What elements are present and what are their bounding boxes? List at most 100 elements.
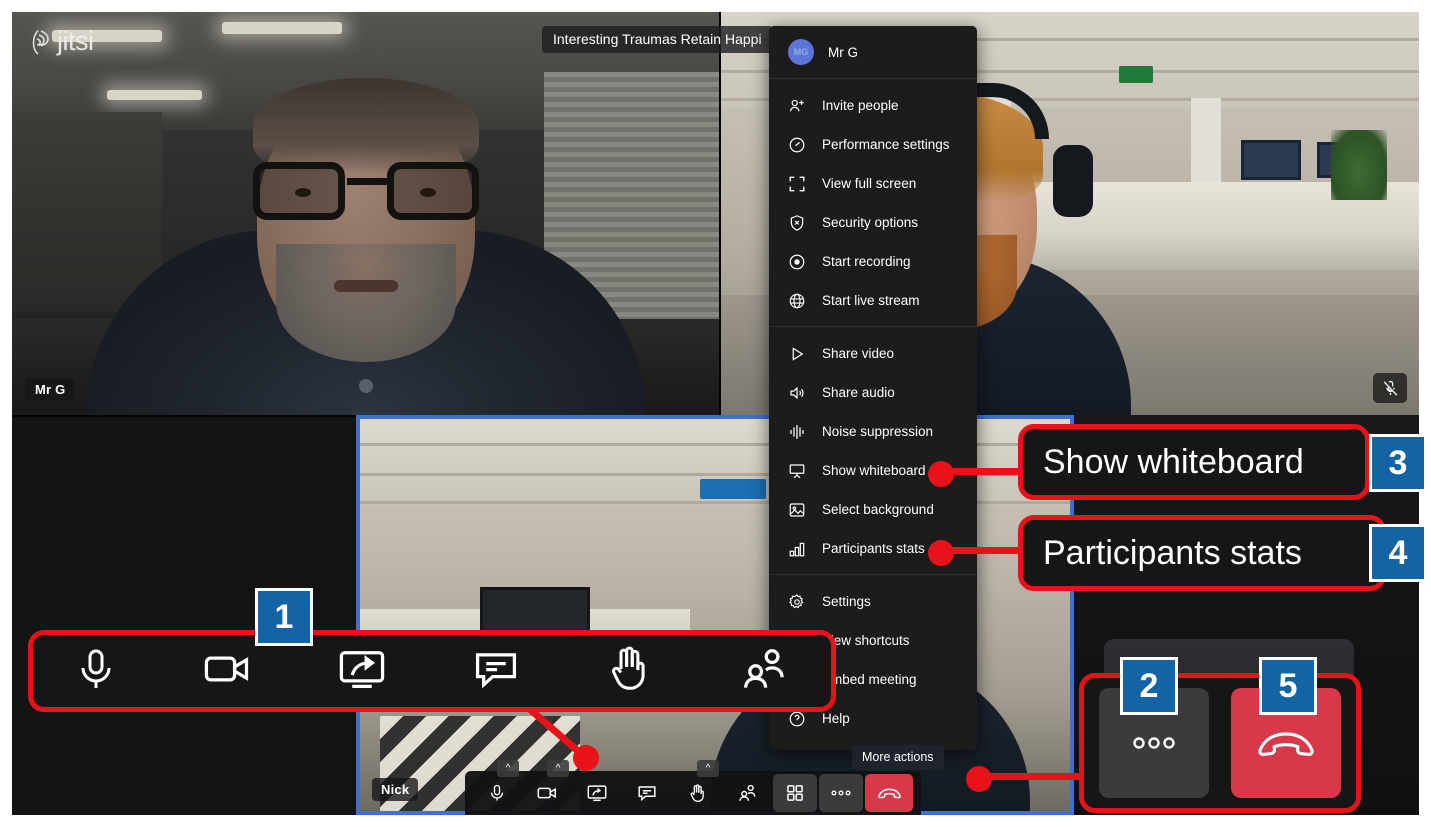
jitsi-logo-icon [32,29,49,55]
microphone-icon[interactable] [72,643,120,700]
mic-muted-badge [1373,373,1407,403]
menu-item-label: Help [822,711,850,726]
raised-hand-icon[interactable] [603,643,655,700]
profile-display-name: Mr G [828,44,858,60]
leader-line-2 [978,773,1083,780]
toolbar-participants-button[interactable] [723,774,771,812]
menu-item-view-full-screen[interactable]: View full screen [769,164,977,203]
menu-item-label: Settings [822,594,871,609]
menu-item-label: Security options [822,215,919,230]
menu-item-label: Start live stream [822,293,920,308]
camera-icon[interactable] [199,643,255,700]
annotation-label-participants-stats: Participants stats [1043,533,1302,572]
annotation-number-3: 3 [1369,434,1427,492]
wall [12,112,162,312]
tooltip-more-actions: More actions [852,745,944,770]
screen-share-icon[interactable] [334,643,390,700]
annotation-number-1: 1 [255,588,313,646]
menu-item-security-options[interactable]: Security options [769,203,977,242]
camera-icon [537,787,556,799]
menu-item-share-audio[interactable]: Share audio [769,373,977,412]
person-beard [275,244,456,362]
hangup-icon [877,788,901,799]
menu-item-label: Performance settings [822,137,950,152]
chat-icon[interactable] [468,643,524,700]
annotation-label-show-whiteboard: Show whiteboard [1043,442,1304,481]
menu-item-label: Show whiteboard [822,463,926,478]
image-icon [788,501,806,519]
menu-item-label: Select background [822,502,934,517]
play-icon [788,345,806,363]
leader-dot-2 [966,766,992,792]
toolbar-camera-button[interactable]: ^ [523,760,571,812]
menu-item-label: Invite people [822,98,899,113]
raised-hand-icon [690,783,704,802]
menu-item-start-live-stream[interactable]: Start live stream [769,281,977,320]
menu-group-general: Invite people Performance settings View … [769,79,977,326]
menu-item-label: Start recording [822,254,911,269]
person-eye [420,188,436,197]
menu-item-label: Share audio [822,385,895,400]
toolbar-raise-hand-button[interactable]: ^ [673,760,721,812]
menu-item-start-recording[interactable]: Start recording [769,242,977,281]
fullscreen-icon [788,175,806,193]
toolbar-chat-button[interactable] [623,774,671,812]
participants-icon [739,784,756,801]
toolbar-microphone-button[interactable]: ^ [473,760,521,812]
globe-icon [788,292,806,310]
help-icon [788,710,806,728]
toolbar-share-screen-button[interactable] [573,774,621,812]
toolbar-more-actions-button[interactable] [819,774,863,812]
annotation-number-5: 5 [1259,657,1317,715]
microphone-off-icon [1383,380,1397,396]
record-icon [788,253,806,271]
microphone-icon [490,784,504,801]
raise-hand-options-caret[interactable]: ^ [697,760,719,777]
gauge-icon [788,136,806,154]
shirt-button [358,379,373,393]
leader-dot-4 [928,540,954,566]
annotation-callout-show-whiteboard: Show whiteboard [1018,424,1370,500]
speaker-icon [788,384,806,402]
ceiling-light [222,22,342,34]
leader-dot-1 [573,745,599,771]
ceiling-light [107,90,202,100]
office-plant [1331,130,1387,200]
menu-item-label: Participants stats [822,541,925,556]
meeting-toolbar[interactable]: ^ ^ ^ [465,760,921,815]
menu-item-select-background[interactable]: Select background [769,490,977,529]
jitsi-watermark[interactable]: jitsi [28,28,94,55]
toolbar-tile-view-button[interactable] [773,774,817,812]
menu-profile-row[interactable]: MG Mr G [769,26,977,79]
menu-item-settings[interactable]: Settings [769,582,977,621]
more-dots-icon [831,790,851,796]
leader-dot-3 [928,461,954,487]
person-eye [295,188,311,197]
menu-item-label: View full screen [822,176,917,191]
bar-chart-icon [788,540,806,558]
annotation-callout-toolbar [28,630,836,712]
menu-item-label: Noise suppression [822,424,934,439]
menu-item-invite-people[interactable]: Invite people [769,86,977,125]
meeting-name-label: Interesting Traumas Retain Happi [542,26,773,53]
add-person-icon [788,97,806,115]
person-hair [252,78,479,174]
participant-name-badge: Nick [372,778,419,801]
menu-item-label: Share video [822,346,895,361]
annotation-number-2: 2 [1120,657,1178,715]
waveform-icon [788,423,806,441]
screen-share-icon [587,785,607,802]
menu-item-performance-settings[interactable]: Performance settings [769,125,977,164]
headphone-cup [1053,145,1093,217]
menu-item-noise-suppression[interactable]: Noise suppression [769,412,977,451]
video-tile-mr-g[interactable]: Mr G [12,12,719,415]
toolbar-hangup-button[interactable] [865,774,913,812]
person-mouth [333,280,398,292]
menu-item-share-video[interactable]: Share video [769,334,977,373]
monitor [1241,140,1301,180]
menu-item-label: Embed meeting [822,672,917,687]
participant-name-badge: Mr G [26,378,75,401]
participants-icon[interactable] [734,643,792,700]
jitsi-wordmark: jitsi [57,26,94,56]
hangup-icon [1258,732,1314,756]
